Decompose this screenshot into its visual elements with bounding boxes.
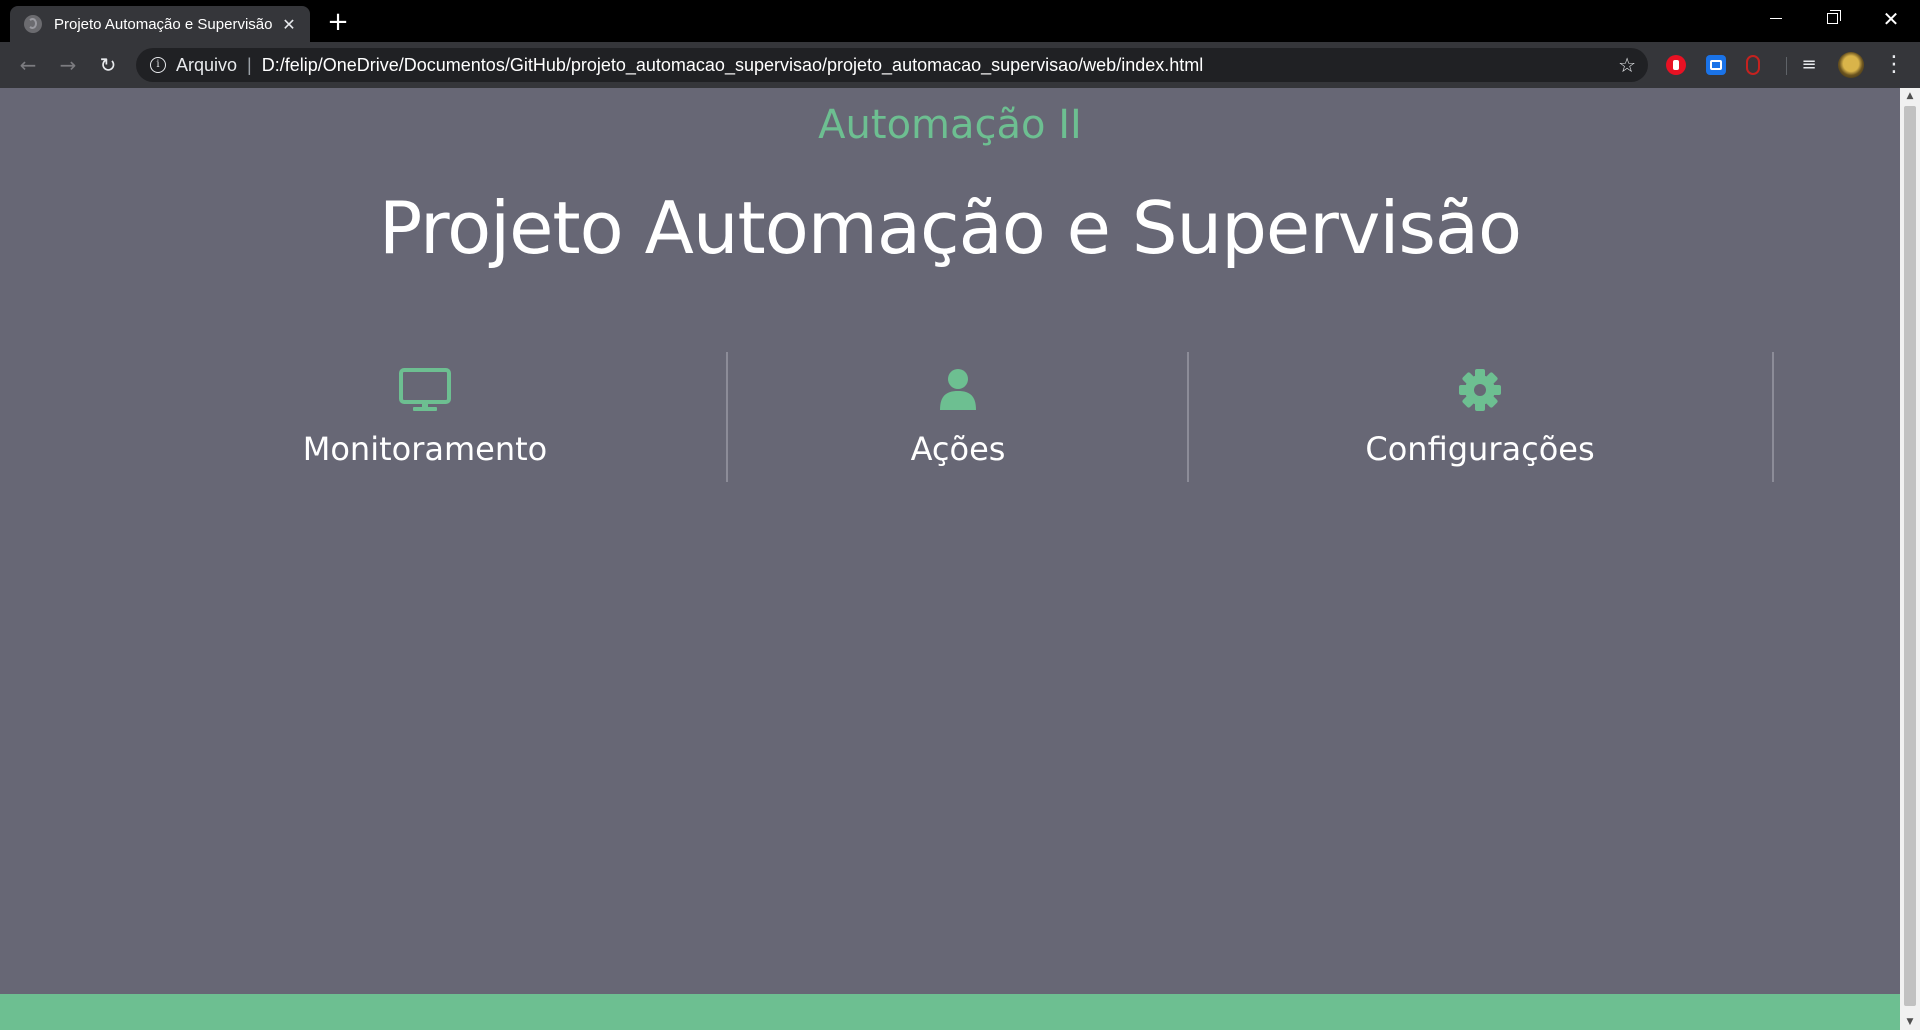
scroll-down-icon[interactable]: ▼	[1900, 1014, 1920, 1030]
user-icon	[940, 369, 976, 410]
menu-item-acoes[interactable]: Ações	[728, 352, 1188, 482]
browser-tab[interactable]: Projeto Automação e Supervisão ✕	[10, 6, 310, 42]
profile-avatar[interactable]	[1838, 52, 1864, 78]
menu-item-label: Configurações	[1365, 430, 1595, 468]
vertical-scrollbar[interactable]: ▲ ▼	[1900, 88, 1920, 1030]
menu-divider	[1187, 352, 1189, 482]
restore-icon[interactable]	[1804, 0, 1862, 38]
new-tab-button[interactable]: +	[322, 6, 354, 38]
bookmark-star-icon[interactable]: ☆	[1618, 53, 1636, 77]
back-arrow-icon[interactable]: ←	[12, 49, 44, 81]
scroll-up-icon[interactable]: ▲	[1900, 88, 1920, 104]
browser-toolbar: ← → ↻ i Arquivo | D:/felip/OneDrive/Docu…	[0, 42, 1920, 88]
adblock-extension-icon[interactable]	[1666, 55, 1686, 75]
window-close-icon[interactable]: ✕	[1862, 0, 1920, 38]
address-bar[interactable]: i Arquivo | D:/felip/OneDrive/Documentos…	[136, 48, 1648, 82]
footer-bar	[0, 994, 1900, 1030]
page-content: Automação II Projeto Automação e Supervi…	[0, 88, 1900, 1030]
media-control-icon[interactable]: ≡	[1798, 54, 1820, 76]
tab-strip: Projeto Automação e Supervisão ✕ + ✕	[0, 0, 1920, 42]
minimize-icon[interactable]	[1748, 0, 1806, 38]
menu-item-configuracoes[interactable]: Configurações	[1190, 352, 1770, 482]
page-viewport: Automação II Projeto Automação e Supervi…	[0, 88, 1920, 1030]
menu-item-label: Ações	[910, 430, 1006, 468]
main-menu: Monitoramento Ações Configurações	[0, 352, 1900, 482]
monitor-icon	[399, 368, 451, 411]
menu-item-monitoramento[interactable]: Monitoramento	[180, 352, 670, 482]
screenshot-extension-icon[interactable]	[1706, 55, 1726, 75]
tab-title: Projeto Automação e Supervisão	[54, 15, 273, 33]
globe-icon	[24, 15, 42, 33]
reload-icon[interactable]: ↻	[92, 49, 124, 81]
forward-arrow-icon[interactable]: →	[52, 49, 84, 81]
menu-item-label: Monitoramento	[302, 430, 548, 468]
toolbar-divider	[1786, 57, 1787, 75]
url-text[interactable]: D:/felip/OneDrive/Documentos/GitHub/proj…	[262, 55, 1618, 76]
kebab-menu-icon[interactable]: ⋮	[1880, 50, 1908, 80]
info-icon[interactable]: i	[150, 57, 166, 73]
tab-close-icon[interactable]: ✕	[278, 15, 300, 34]
address-separator: |	[247, 54, 252, 75]
origin-label: Arquivo	[176, 54, 238, 75]
menu-divider	[1772, 352, 1774, 482]
lock-extension-icon[interactable]	[1746, 55, 1760, 75]
page-subtitle: Automação II	[818, 102, 1082, 148]
page-title: Projeto Automação e Supervisão	[378, 186, 1522, 270]
scrollbar-thumb[interactable]	[1904, 106, 1916, 1006]
gear-icon	[1459, 369, 1501, 411]
